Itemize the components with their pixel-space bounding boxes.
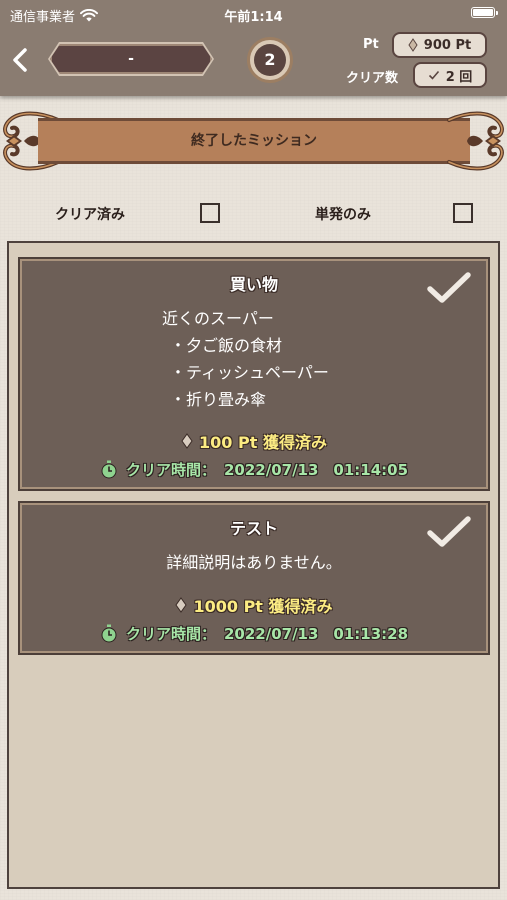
description-line: ・ティッシュペーパー	[170, 363, 329, 382]
pt-pill: 900 Pt	[392, 32, 487, 58]
mission-description: 詳細説明はありません。	[22, 549, 486, 576]
description-line: ・折り畳み傘	[170, 390, 267, 409]
description-line: ・夕ご飯の食材	[170, 336, 283, 355]
status-bar: 通信事業者 午前1:14	[0, 0, 507, 28]
filter-single-label: 単発のみ	[315, 207, 371, 223]
diamond-icon	[181, 433, 193, 449]
checkmark-icon	[428, 70, 439, 80]
mission-card[interactable]: 買い物 近くのスーパー ・夕ご飯の食材 ・ティッシュペーパー ・折り畳み傘 10…	[18, 257, 490, 491]
filter-single-checkbox[interactable]	[453, 203, 473, 223]
clear-time-value: 2022/07/13 01:14:05	[223, 461, 409, 479]
clear-time-value: 2022/07/13 01:13:28	[223, 625, 409, 643]
level-badge: 2	[247, 37, 293, 83]
completed-check-icon	[427, 272, 471, 303]
back-button[interactable]	[6, 44, 34, 76]
clear-count-value: 2 回	[445, 69, 473, 85]
filter-cleared-checkbox[interactable]	[200, 203, 220, 223]
stopwatch-icon	[101, 624, 117, 643]
chevron-left-icon	[13, 48, 27, 72]
ornament-right-icon	[447, 111, 504, 171]
user-name-display: -	[50, 44, 212, 74]
filter-cleared-label: クリア済み	[55, 207, 125, 223]
description-line: 近くのスーパー	[162, 309, 274, 328]
section-banner: 終了したミッション	[0, 104, 507, 178]
mission-points: 100 Pt 獲得済み	[22, 429, 486, 453]
mission-clear-time: クリア時間： 2022/07/13 01:14:05	[22, 459, 486, 480]
clear-count-pill: 2 回	[413, 62, 487, 88]
clear-time-label: クリア時間：	[125, 625, 216, 643]
stopwatch-icon	[101, 460, 117, 479]
banner-title: 終了したミッション	[38, 118, 470, 164]
diamond-icon	[175, 597, 188, 613]
pt-value: 900 Pt	[423, 37, 472, 53]
clear-count-label: クリア数	[346, 71, 399, 86]
battery-icon	[471, 7, 498, 18]
mission-clear-time: クリア時間： 2022/07/13 01:13:28	[22, 623, 486, 644]
description-line: 詳細説明はありません。	[166, 553, 342, 572]
mission-description: 近くのスーパー ・夕ご飯の食材 ・ティッシュペーパー ・折り畳み傘	[162, 305, 329, 413]
points-text: 100 Pt 獲得済み	[199, 433, 327, 452]
diamond-icon	[408, 38, 418, 52]
status-time: 午前1:14	[224, 10, 283, 25]
mission-title: テスト	[229, 519, 278, 538]
mission-title: 買い物	[229, 275, 278, 294]
mission-points: 1000 Pt 獲得済み	[22, 593, 486, 617]
header-bar: 通信事業者 午前1:14 - 2 Pt 900 Pt クリア数 2 回	[0, 0, 507, 96]
completed-check-icon	[427, 516, 471, 547]
points-text: 1000 Pt 獲得済み	[193, 597, 333, 616]
mission-card[interactable]: テスト 詳細説明はありません。 1000 Pt 獲得済み クリア時間： 2022…	[18, 501, 490, 655]
clear-time-label: クリア時間：	[125, 461, 216, 479]
pt-label: Pt	[363, 37, 379, 52]
level-value: 2	[254, 44, 286, 76]
